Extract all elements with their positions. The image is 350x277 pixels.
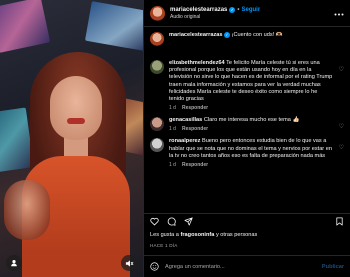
action-bar xyxy=(144,213,350,229)
comment-username[interactable]: ronaalperez xyxy=(169,138,200,144)
likes-prefix: Les gusta a xyxy=(150,232,179,238)
avatar[interactable] xyxy=(150,117,164,132)
likes-suffix[interactable]: y otras personas xyxy=(216,232,257,238)
mute-button[interactable] xyxy=(121,255,137,271)
background-screen xyxy=(0,0,51,53)
comment-body: genacasillas Claro me interesa mucho ese… xyxy=(169,117,344,132)
comment-username[interactable]: genacasillas xyxy=(169,117,202,123)
background-screen xyxy=(84,1,143,51)
like-comment-heart-icon[interactable]: ♡ xyxy=(339,123,344,130)
likes-user[interactable]: fragosoninfa xyxy=(181,232,215,238)
post-header: mariacelestearrazas ✓ • Seguir Audio ori… xyxy=(144,0,350,27)
comment-text: Te felicito María celeste tú si eres una… xyxy=(169,60,333,103)
list-item: ronaalperez Bueno pero entonces estudia … xyxy=(150,138,344,168)
reply-button[interactable]: Responder xyxy=(182,105,208,111)
emoji-icon[interactable] xyxy=(150,262,159,271)
caption-text: ¡Cuento con uds! 🫶🏼 xyxy=(231,32,283,38)
comment-text-row: genacasillas Claro me interesa mucho ese… xyxy=(169,117,334,124)
reflection-face xyxy=(4,180,50,240)
heart-icon xyxy=(150,217,159,226)
comment-input[interactable] xyxy=(165,263,322,270)
post-viewer: mariacelestearrazas ✓ • Seguir Audio ori… xyxy=(0,0,350,277)
comment-button[interactable] xyxy=(167,217,176,226)
comment-meta: 1 d Responder xyxy=(169,162,334,168)
reel-video[interactable] xyxy=(0,0,143,277)
caption: mariacelestearrazas ✓ ¡Cuento con uds! 🫶… xyxy=(150,32,344,46)
comment-composer: Publicar xyxy=(144,255,350,277)
more-horizontal-icon[interactable] xyxy=(330,9,344,18)
presenter-face xyxy=(50,76,102,140)
header-user-row: mariacelestearrazas ✓ • Seguir xyxy=(170,6,330,13)
caption-username[interactable]: mariacelestearrazas xyxy=(169,32,223,38)
like-comment-heart-icon[interactable]: ♡ xyxy=(339,144,344,151)
comment-text-row: elizabethmelendez64 Te felicito María ce… xyxy=(169,60,334,103)
like-button[interactable] xyxy=(150,217,159,226)
list-item: elizabethmelendez64 Te felicito María ce… xyxy=(150,60,344,111)
save-button[interactable] xyxy=(335,217,344,226)
comment-body: ronaalperez Bueno pero entonces estudia … xyxy=(169,138,344,168)
comment-text-row: ronaalperez Bueno pero entonces estudia … xyxy=(169,138,334,160)
comment-meta: 1 d Responder xyxy=(169,126,334,132)
comment-time: 1 d xyxy=(169,126,176,133)
post-date[interactable]: HACE 1 DÍA xyxy=(150,243,178,248)
comment-time: 1 d xyxy=(169,105,176,112)
caption-text-row: mariacelestearrazas ✓ ¡Cuento con uds! 🫶… xyxy=(169,32,334,39)
comment-icon xyxy=(167,217,176,226)
comment-username[interactable]: elizabethmelendez64 xyxy=(169,60,225,66)
avatar[interactable] xyxy=(150,32,164,46)
reply-button[interactable]: Responder xyxy=(182,162,208,168)
tagged-user-button[interactable] xyxy=(6,255,22,271)
user-icon xyxy=(11,260,17,267)
likes-summary: Les gusta a fragosoninfa y otras persona… xyxy=(150,232,344,238)
like-comment-heart-icon[interactable]: ♡ xyxy=(339,66,344,73)
post-details-panel: mariacelestearrazas ✓ • Seguir Audio ori… xyxy=(143,0,350,277)
follow-button[interactable]: Seguir xyxy=(242,7,261,13)
author-username[interactable]: mariacelestearrazas xyxy=(170,7,227,13)
caption-body: mariacelestearrazas ✓ ¡Cuento con uds! 🫶… xyxy=(169,32,344,46)
avatar[interactable] xyxy=(150,5,165,21)
avatar[interactable] xyxy=(150,138,164,153)
post-comment-button[interactable]: Publicar xyxy=(322,264,344,270)
comment-meta: 1 d Responder xyxy=(169,105,334,111)
background-screen xyxy=(0,107,34,173)
presenter-lips xyxy=(67,118,85,124)
verified-icon: ✓ xyxy=(224,32,231,38)
header-text: mariacelestearrazas ✓ • Seguir Audio ori… xyxy=(170,6,330,20)
share-button[interactable] xyxy=(184,217,193,226)
separator-dot: • xyxy=(237,6,240,13)
audio-label[interactable]: Audio original xyxy=(170,14,330,20)
reply-button[interactable]: Responder xyxy=(182,126,208,132)
comment-text: Claro me interesa mucho ese tema 👍🏻 xyxy=(203,117,300,124)
speaker-muted-icon xyxy=(125,259,133,267)
comments-list[interactable]: mariacelestearrazas ✓ ¡Cuento con uds! 🫶… xyxy=(144,27,350,213)
verified-icon: ✓ xyxy=(229,6,236,13)
avatar[interactable] xyxy=(150,60,164,74)
list-item: genacasillas Claro me interesa mucho ese… xyxy=(150,117,344,132)
bookmark-icon xyxy=(336,217,343,226)
comment-time: 1 d xyxy=(169,162,176,169)
send-icon xyxy=(184,217,193,226)
comment-body: elizabethmelendez64 Te felicito María ce… xyxy=(169,60,344,111)
